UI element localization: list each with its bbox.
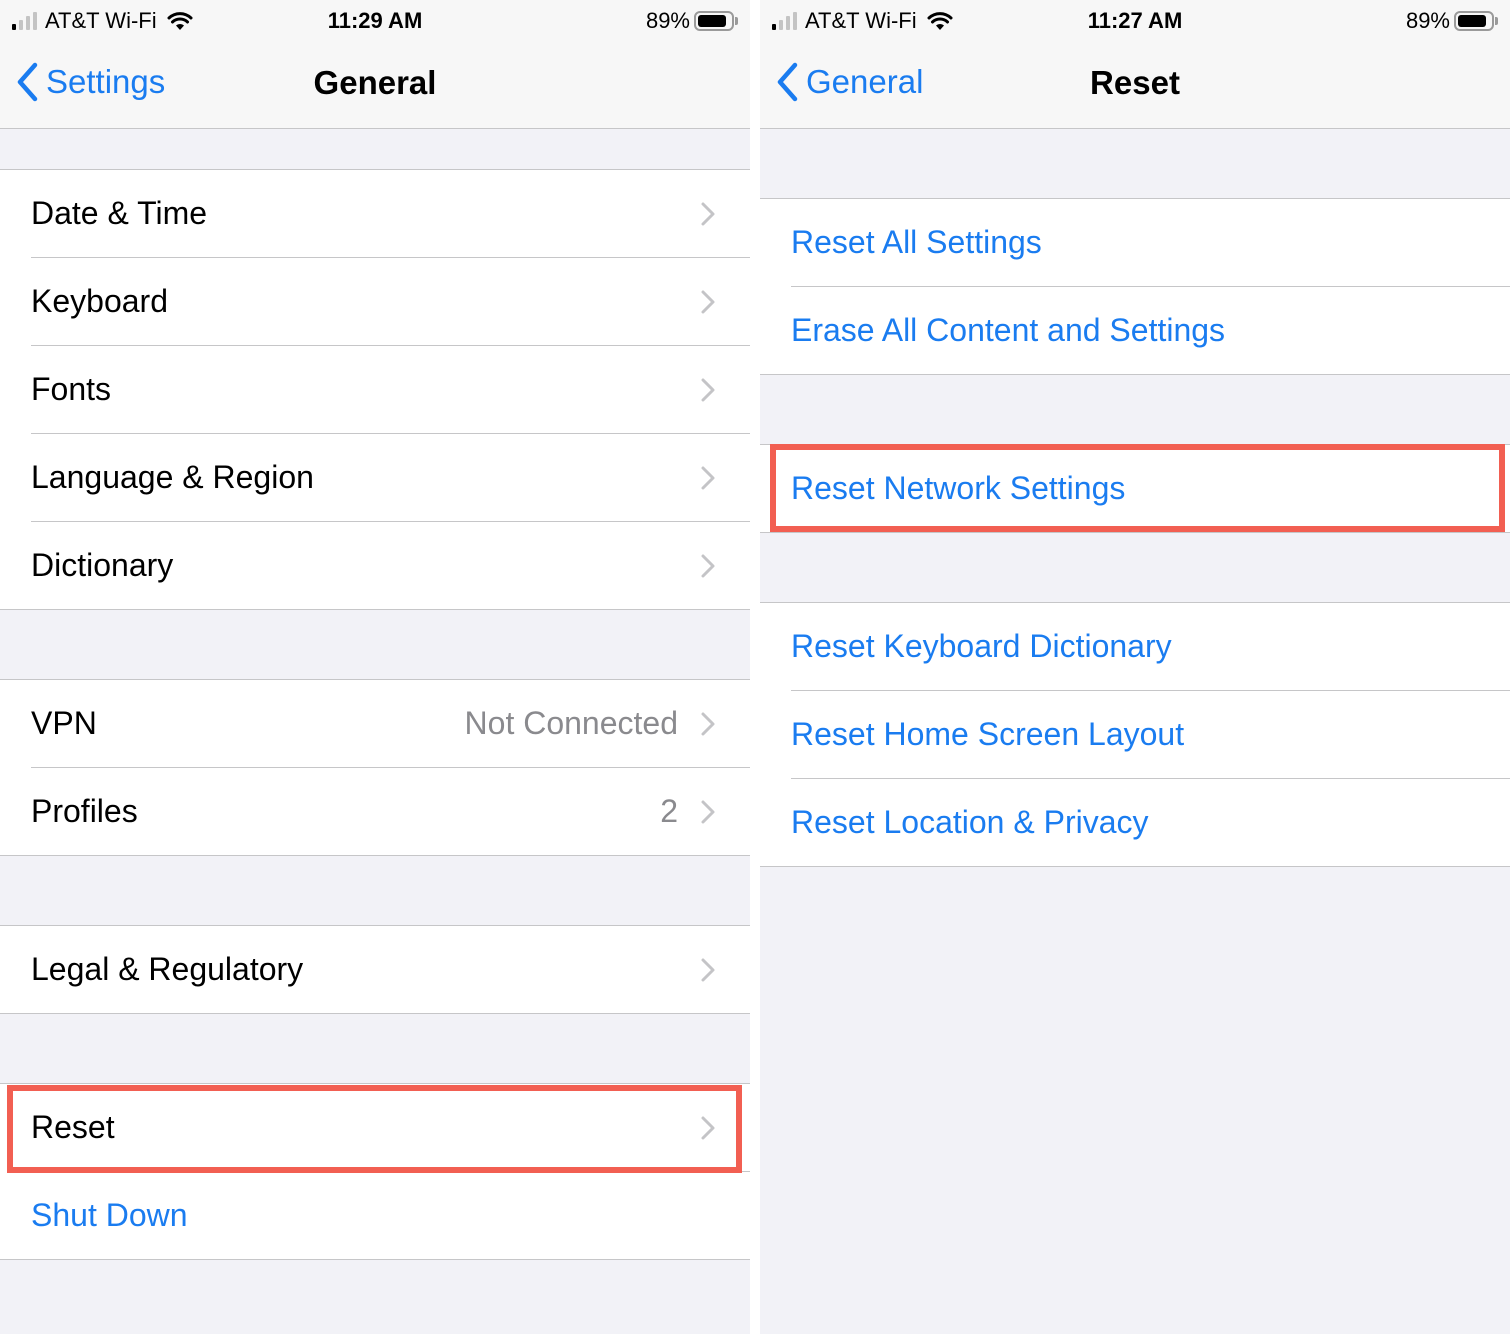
chevron-right-icon — [701, 712, 715, 735]
reset-group-2: Reset Network Settings — [760, 444, 1510, 533]
navigation-bar: General Reset — [760, 42, 1510, 129]
row-label: Reset — [31, 1109, 115, 1145]
chevron-right-icon — [701, 1116, 715, 1139]
reset-keyboard-dictionary-button[interactable]: Reset Keyboard Dictionary — [760, 603, 1510, 690]
back-button[interactable]: Settings — [16, 62, 165, 102]
chevron-left-icon — [777, 62, 798, 102]
vpn-status: Not Connected — [464, 705, 678, 741]
reset-group-1: Reset All Settings Erase All Content and… — [760, 198, 1510, 375]
row-legal-regulatory[interactable]: Legal & Regulatory — [0, 926, 750, 1013]
chevron-right-icon — [701, 290, 715, 313]
reset-group-3: Reset Keyboard Dictionary Reset Home Scr… — [760, 602, 1510, 867]
row-reset[interactable]: Reset — [0, 1084, 750, 1171]
back-label: General — [806, 63, 924, 100]
row-label: Reset Home Screen Layout — [791, 716, 1185, 752]
row-label: Language & Region — [31, 459, 314, 495]
back-label: Settings — [46, 63, 166, 100]
general-settings-screen: AT&T Wi-Fi 11:29 AM 89% Settings General… — [0, 0, 750, 1334]
status-time: 11:27 AM — [1087, 8, 1183, 33]
erase-all-content-button[interactable]: Erase All Content and Settings — [760, 286, 1510, 374]
navigation-bar: Settings General — [0, 42, 750, 129]
row-label: Reset All Settings — [791, 224, 1042, 260]
row-label: Erase All Content and Settings — [791, 312, 1226, 348]
chevron-right-icon — [701, 378, 715, 401]
row-label: Shut Down — [31, 1197, 188, 1233]
reset-all-settings-button[interactable]: Reset All Settings — [760, 199, 1510, 286]
battery-fill — [1458, 15, 1487, 27]
row-label: Profiles — [31, 793, 138, 829]
row-language-region[interactable]: Language & Region — [0, 433, 750, 521]
chevron-right-icon — [701, 800, 715, 823]
chevron-right-icon — [701, 554, 715, 577]
row-date-time[interactable]: Date & Time — [0, 170, 750, 257]
row-keyboard[interactable]: Keyboard — [0, 257, 750, 345]
row-label: Date & Time — [31, 195, 208, 231]
battery-icon — [1454, 11, 1494, 31]
settings-group-3: Legal & Regulatory — [0, 925, 750, 1014]
row-label: Fonts — [31, 371, 112, 407]
battery-icon — [694, 11, 734, 31]
profiles-count: 2 — [660, 793, 678, 829]
status-bar: AT&T Wi-Fi 11:27 AM 89% — [760, 0, 1510, 42]
reset-home-screen-layout-button[interactable]: Reset Home Screen Layout — [760, 690, 1510, 778]
row-label: VPN — [31, 705, 97, 741]
chevron-left-icon — [17, 62, 38, 102]
chevron-right-icon — [701, 202, 715, 225]
chevron-right-icon — [701, 466, 715, 489]
battery-percent: 89% — [645, 8, 690, 33]
settings-group-2: VPN Not Connected Profiles 2 — [0, 679, 750, 856]
row-vpn[interactable]: VPN Not Connected — [0, 680, 750, 767]
battery-percent: 89% — [1405, 8, 1450, 33]
chevron-right-icon — [701, 958, 715, 981]
row-label: Keyboard — [31, 283, 168, 319]
row-label: Dictionary — [31, 547, 174, 583]
row-dictionary[interactable]: Dictionary — [0, 521, 750, 609]
battery-fill — [698, 15, 727, 27]
row-label: Reset Keyboard Dictionary — [791, 628, 1172, 664]
reset-location-privacy-button[interactable]: Reset Location & Privacy — [760, 778, 1510, 866]
reset-network-settings-button[interactable]: Reset Network Settings — [760, 445, 1510, 532]
row-label: Legal & Regulatory — [31, 951, 304, 987]
row-label: Reset Location & Privacy — [791, 804, 1149, 840]
row-profiles[interactable]: Profiles 2 — [0, 767, 750, 855]
row-label: Reset Network Settings — [791, 470, 1126, 506]
row-shut-down[interactable]: Shut Down — [0, 1171, 750, 1259]
status-bar: AT&T Wi-Fi 11:29 AM 89% — [0, 0, 750, 42]
status-time: 11:29 AM — [327, 8, 423, 33]
settings-group-1: Date & Time Keyboard Fonts Language & Re… — [0, 169, 750, 610]
back-button[interactable]: General — [776, 62, 923, 102]
row-fonts[interactable]: Fonts — [0, 345, 750, 433]
reset-screen: AT&T Wi-Fi 11:27 AM 89% General Reset Re… — [760, 0, 1510, 1334]
settings-group-4: Reset Shut Down — [0, 1083, 750, 1260]
